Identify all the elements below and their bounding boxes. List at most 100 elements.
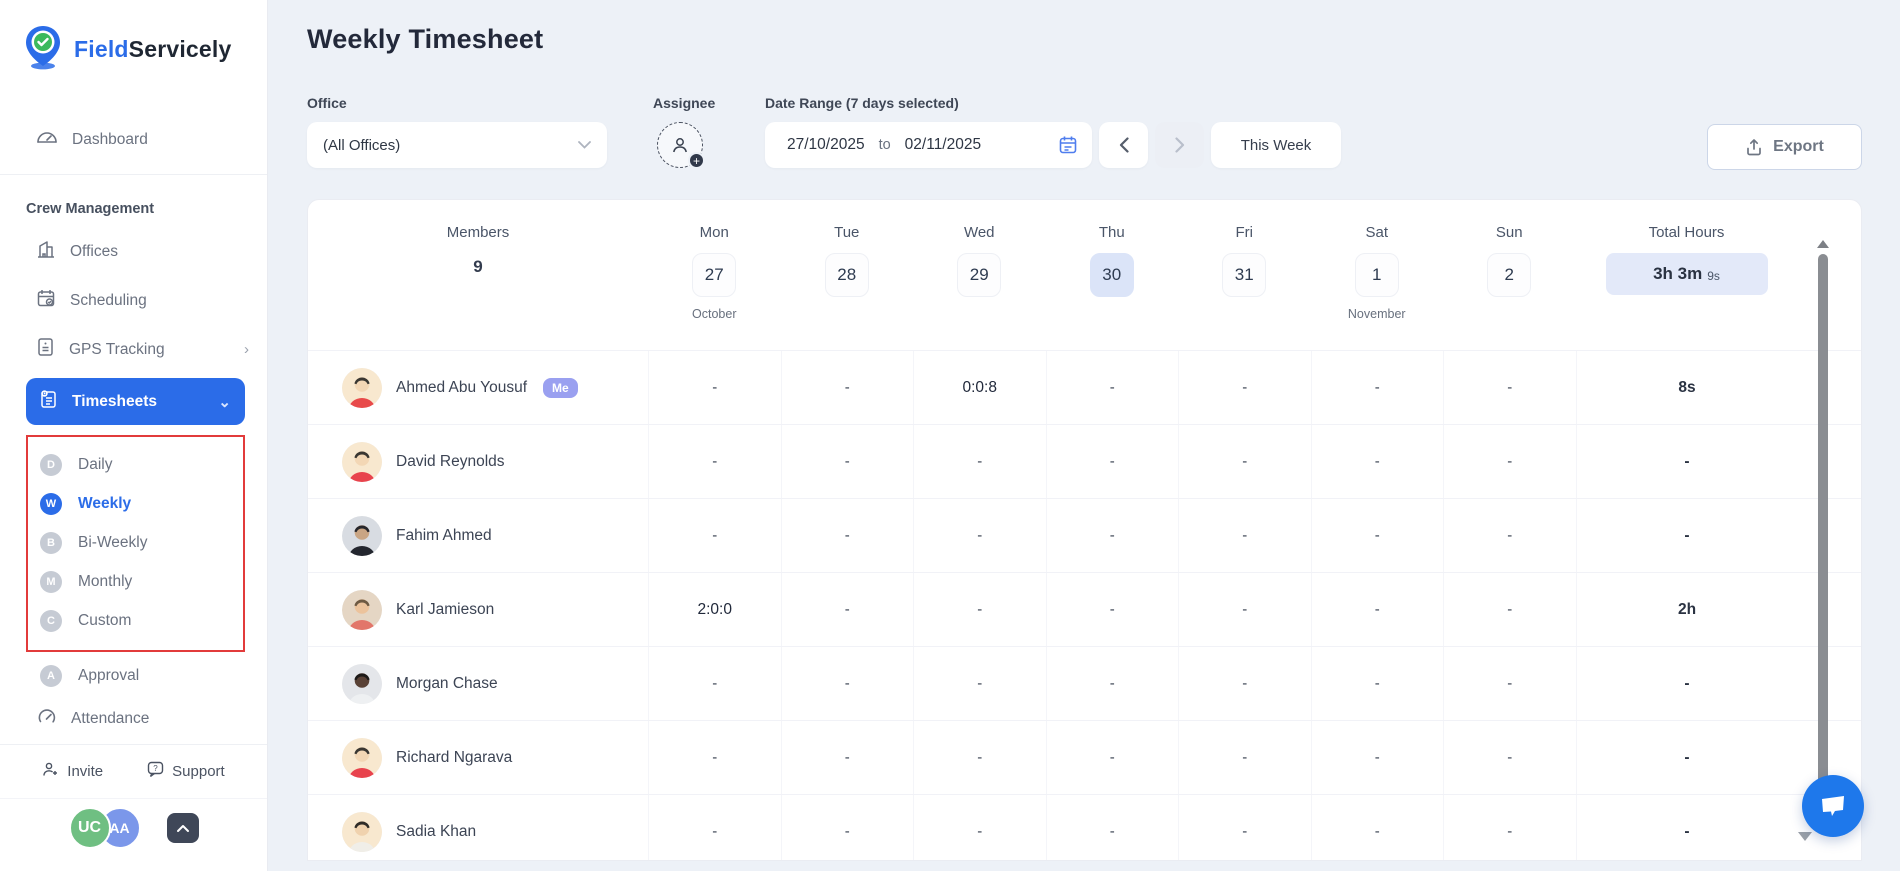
export-button[interactable]: Export	[1707, 124, 1862, 170]
timesheet-cell[interactable]: -	[1443, 499, 1576, 572]
previous-week-button[interactable]	[1099, 122, 1148, 168]
day-chip[interactable]: 2	[1487, 253, 1531, 297]
timesheet-cell[interactable]: -	[1178, 795, 1311, 861]
table-row[interactable]: David Reynolds - - - - - - - -	[308, 424, 1861, 498]
assignee-add-button[interactable]: +	[657, 122, 703, 168]
day-chip[interactable]: 27	[692, 253, 736, 297]
timesheet-cell[interactable]: -	[648, 795, 781, 861]
attendance-gauge-icon	[36, 707, 57, 731]
timesheet-cell[interactable]: -	[1311, 647, 1444, 720]
day-chip[interactable]: 28	[825, 253, 869, 297]
timesheet-cell[interactable]: -	[1311, 351, 1444, 424]
table-row[interactable]: Morgan Chase - - - - - - - -	[308, 646, 1861, 720]
date-range-input[interactable]: 27/10/2025 to 02/11/2025	[765, 122, 1092, 168]
sidebar-item-offices[interactable]: Offices	[0, 227, 267, 276]
timesheet-cell[interactable]: -	[648, 721, 781, 794]
invite-link[interactable]: Invite	[42, 761, 103, 782]
timesheet-cell[interactable]: -	[1311, 573, 1444, 646]
timesheet-cell[interactable]: -	[1311, 721, 1444, 794]
table-header-row: Members 9 Mon 27 October Tue 28 Wed 29	[308, 200, 1861, 350]
table-row[interactable]: Fahim Ahmed - - - - - - - -	[308, 498, 1861, 572]
timesheet-cell[interactable]: -	[781, 573, 914, 646]
day-chip-selected[interactable]: 30	[1090, 253, 1134, 297]
day-chip[interactable]: 31	[1222, 253, 1266, 297]
submenu-item-label: Monthly	[78, 573, 132, 591]
timesheet-cell[interactable]: -	[913, 721, 1046, 794]
timesheet-cell[interactable]: -	[781, 351, 914, 424]
timesheet-cell[interactable]: -	[913, 795, 1046, 861]
timesheet-cell[interactable]: -	[781, 425, 914, 498]
timesheet-cell[interactable]: -	[781, 795, 914, 861]
member-avatar	[342, 442, 382, 482]
scroll-up-arrow-icon[interactable]	[1817, 240, 1829, 248]
scrollbar-thumb[interactable]	[1818, 254, 1828, 799]
sidebar-item-gps-tracking[interactable]: GPS Tracking ›	[0, 325, 267, 374]
timesheet-cell[interactable]: -	[781, 721, 914, 794]
timesheet-cell[interactable]: -	[913, 499, 1046, 572]
timesheet-cell[interactable]: -	[1443, 721, 1576, 794]
sidebar-item-scheduling[interactable]: Scheduling	[0, 276, 267, 325]
timesheet-cell[interactable]: -	[1046, 351, 1179, 424]
timesheet-cell[interactable]: -	[1311, 425, 1444, 498]
timesheet-cell[interactable]: -	[648, 647, 781, 720]
office-select[interactable]: (All Offices)	[307, 122, 607, 168]
timesheet-cell[interactable]: -	[1443, 573, 1576, 646]
timesheet-cell[interactable]: -	[648, 499, 781, 572]
table-row[interactable]: Sadia Khan - - - - - - - -	[308, 794, 1861, 861]
sidebar-item-dashboard[interactable]: Dashboard	[0, 115, 267, 164]
day-chip[interactable]: 29	[957, 253, 1001, 297]
timesheet-cell[interactable]: -	[781, 499, 914, 572]
timesheet-cell[interactable]: -	[1178, 351, 1311, 424]
timesheet-cell[interactable]: -	[1311, 499, 1444, 572]
submenu-item-custom[interactable]: C Custom	[28, 601, 243, 640]
sidebar-item-timesheets[interactable]: Timesheets ⌄	[26, 378, 245, 425]
approval-initial-icon: A	[40, 665, 62, 687]
support-link[interactable]: ? Support	[147, 761, 225, 782]
timesheet-cell[interactable]: -	[913, 573, 1046, 646]
timesheet-cell[interactable]: -	[913, 425, 1046, 498]
table-row[interactable]: Richard Ngarava - - - - - - - -	[308, 720, 1861, 794]
collapse-sidebar-button[interactable]	[167, 813, 199, 843]
timesheet-cell[interactable]: -	[1178, 425, 1311, 498]
timesheet-cell[interactable]: -	[1046, 573, 1179, 646]
timesheet-cell[interactable]: -	[1046, 795, 1179, 861]
member-cell: David Reynolds	[308, 442, 648, 482]
this-week-button[interactable]: This Week	[1211, 122, 1341, 168]
timesheet-cell[interactable]: -	[1178, 647, 1311, 720]
members-label: Members	[447, 224, 510, 241]
table-vertical-scrollbar[interactable]	[1817, 240, 1829, 840]
timesheet-cell[interactable]: -	[648, 425, 781, 498]
day-chip[interactable]: 1	[1355, 253, 1399, 297]
timesheet-cell[interactable]: -	[1178, 721, 1311, 794]
next-week-button[interactable]	[1155, 122, 1204, 168]
submenu-item-daily[interactable]: D Daily	[28, 445, 243, 484]
timesheet-cell[interactable]: -	[1178, 499, 1311, 572]
timesheet-cell[interactable]: -	[1443, 351, 1576, 424]
timesheet-cell[interactable]: -	[913, 647, 1046, 720]
timesheet-cell[interactable]: 0:0:8	[913, 351, 1046, 424]
timesheet-cell[interactable]: -	[648, 351, 781, 424]
table-row[interactable]: Ahmed Abu Yousuf Me - - 0:0:8 - - - - 8s	[308, 350, 1861, 424]
timesheet-cell[interactable]: -	[1046, 425, 1179, 498]
user-avatar-uc[interactable]: UC	[69, 807, 111, 849]
timesheet-cell[interactable]: -	[781, 647, 914, 720]
timesheet-cell[interactable]: -	[1046, 721, 1179, 794]
timesheet-cell[interactable]: -	[1178, 573, 1311, 646]
timesheet-cell[interactable]: -	[1443, 425, 1576, 498]
brand-logo[interactable]: FieldServicely	[0, 0, 267, 75]
table-row[interactable]: Karl Jamieson 2:0:0 - - - - - - 2h	[308, 572, 1861, 646]
timesheet-cell[interactable]: -	[1046, 647, 1179, 720]
timesheet-cell[interactable]: -	[1443, 795, 1576, 861]
submenu-item-approval[interactable]: A Approval	[28, 656, 267, 695]
member-cell: Karl Jamieson	[308, 590, 648, 630]
submenu-item-monthly[interactable]: M Monthly	[28, 562, 243, 601]
chat-widget-button[interactable]	[1802, 775, 1864, 837]
submenu-item-weekly[interactable]: W Weekly	[28, 484, 243, 523]
submenu-item-bi-weekly[interactable]: B Bi-Weekly	[28, 523, 243, 562]
sidebar-item-attendance[interactable]: Attendance	[0, 695, 267, 743]
dashboard-gauge-icon	[36, 127, 58, 152]
timesheet-cell[interactable]: -	[1311, 795, 1444, 861]
timesheet-cell[interactable]: -	[1046, 499, 1179, 572]
timesheet-cell[interactable]: -	[1443, 647, 1576, 720]
timesheet-cell[interactable]: 2:0:0	[648, 573, 781, 646]
